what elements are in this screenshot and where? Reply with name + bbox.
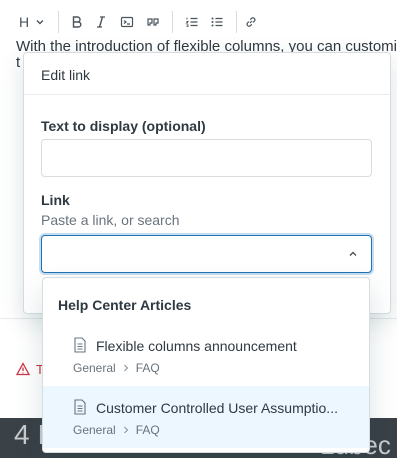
italic-button[interactable] [90,11,112,33]
quote-icon [147,18,159,26]
result-option-title: Flexible columns announcement [96,338,297,354]
bold-button[interactable] [66,11,88,33]
italic-icon [97,16,105,28]
link-button[interactable] [240,11,262,33]
chevron-right-icon [123,364,128,372]
dialog-header: Edit link [24,53,390,95]
edit-link-dialog: Edit link Text to display (optional) Lin… [23,52,391,314]
toolbar-divider [236,11,237,33]
breadcrumb-category: General [73,423,116,437]
ordered-list-button[interactable] [181,11,203,33]
chevron-up-icon[interactable] [347,248,359,260]
result-option-breadcrumb: General FAQ [73,423,160,437]
warning-icon [16,362,30,376]
bullet-list-icon [211,17,223,27]
bold-icon [72,16,82,28]
ordered-list-icon [185,17,198,27]
dialog-title: Edit link [41,67,91,83]
code-block-button[interactable] [116,11,138,33]
result-option[interactable]: Flexible columns announcement General FA… [43,324,369,386]
text-to-display-label: Text to display (optional) [41,118,206,134]
chevron-right-icon [123,426,128,434]
heading-dropdown-button[interactable]: H [19,11,45,33]
result-option-title: Customer Controlled User Assumptio... [96,400,338,416]
bullet-list-button[interactable] [206,11,228,33]
toolbar-divider [172,11,173,33]
document-icon [74,337,86,353]
chevron-down-icon [36,20,44,25]
link-hint: Paste a link, or search [41,212,180,228]
link-search-results: Help Center Articles Flexible columns an… [42,277,370,453]
result-option-breadcrumb: General FAQ [73,361,160,375]
toolbar-divider [58,11,59,33]
document-icon [74,399,86,415]
code-block-icon [120,16,134,28]
heading-label: H [19,14,30,30]
breadcrumb-section: FAQ [135,423,160,437]
results-group-header: Help Center Articles [58,297,192,313]
link-icon [246,17,256,27]
result-option-active[interactable]: Customer Controlled User Assumptio... Ge… [43,386,369,448]
editor-paragraph-continued[interactable]: t [16,54,20,71]
dark-banner-text: 4 I [14,419,46,450]
text-to-display-input[interactable] [41,139,372,177]
breadcrumb-category: General [73,361,116,375]
link-search-input[interactable] [41,235,372,273]
breadcrumb-section: FAQ [135,361,160,375]
link-label: Link [41,192,70,208]
quote-button[interactable] [142,11,164,33]
